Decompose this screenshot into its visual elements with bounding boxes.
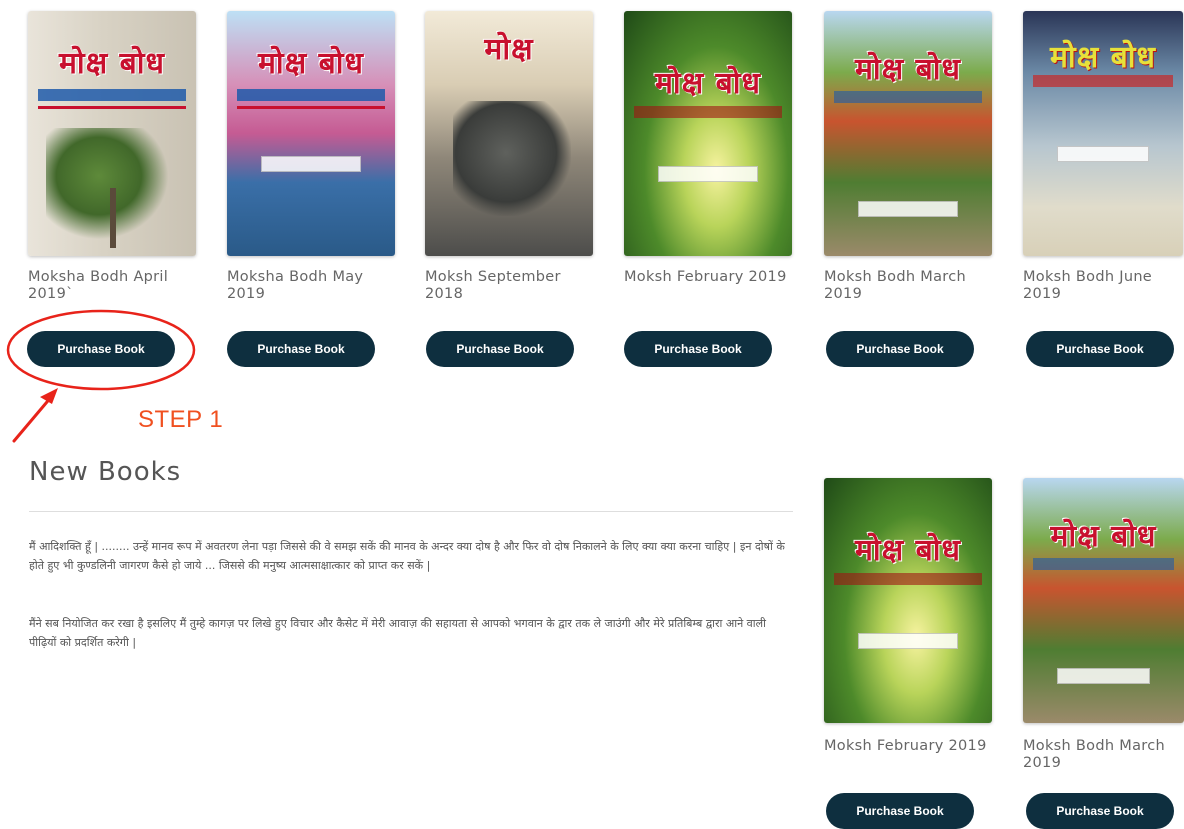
cover-tagline-band [834, 91, 982, 103]
description-paragraph: मैंने सब नियोजित कर रखा है इसलिए मैं तुम… [29, 617, 766, 649]
book-card: मोक्ष बोध Moksh Bodh March 2019 [824, 11, 994, 303]
book-title[interactable]: Moksh September 2018 [425, 269, 595, 303]
highlight-circle [6, 309, 196, 391]
cover-masthead: मोक्ष बोध [58, 46, 165, 81]
cover-tagline-band [1033, 558, 1174, 570]
cover-masthead: मोक्ष बोध [654, 66, 761, 101]
cover-masthead: मोक्ष बोध [854, 52, 961, 87]
cover-statue-illustration [453, 101, 571, 216]
cover-tagline-band [1033, 75, 1173, 87]
book-title[interactable]: Moksh February 2019 [824, 738, 994, 755]
book-title[interactable]: Moksh Bodh June 2019 [1023, 269, 1184, 303]
section-divider [29, 511, 793, 512]
book-card: मोक्ष Moksh September 2018 [425, 11, 595, 303]
cover-masthead: मोक्ष बोध [257, 46, 364, 81]
cover-strip [38, 106, 186, 109]
book-card: मोक्ष बोध Moksha Bodh April 2019` [28, 11, 198, 303]
purchase-book-button[interactable]: Purchase Book [826, 331, 974, 367]
arrow-head [40, 388, 58, 404]
book-card: मोक्ष बोध Moksh Bodh March 2019 [1023, 478, 1184, 772]
cover-tagline-band [834, 573, 982, 585]
cover-masthead: मोक्ष बोध [854, 533, 961, 568]
purchase-book-button[interactable]: Purchase Book [624, 331, 772, 367]
book-title[interactable]: Moksha Bodh April 2019` [28, 269, 198, 303]
book-cover-image[interactable]: मोक्ष बोध [28, 11, 196, 256]
book-cover-image[interactable]: मोक्ष बोध [824, 478, 992, 723]
cover-tagline-band [237, 89, 385, 101]
book-cover-image[interactable]: मोक्ष बोध [824, 11, 992, 256]
cover-caption-box [858, 201, 958, 217]
cover-caption-box [1057, 668, 1150, 684]
book-card: मोक्ष बोध Moksha Bodh May 2019 [227, 11, 397, 303]
step-label: STEP 1 [138, 406, 224, 433]
book-title[interactable]: Moksh Bodh March 2019 [824, 269, 994, 303]
cover-tagline-band [634, 106, 782, 118]
cover-caption-box [1057, 146, 1149, 162]
arrow-line [12, 394, 54, 443]
book-cover-image[interactable]: मोक्ष बोध [227, 11, 395, 256]
book-title[interactable]: Moksha Bodh May 2019 [227, 269, 397, 303]
cover-masthead: मोक्ष बोध [1050, 519, 1157, 554]
section-heading: New Books [29, 457, 182, 487]
book-cover-image[interactable]: मोक्ष बोध [1023, 478, 1184, 723]
purchase-book-button[interactable]: Purchase Book [1026, 331, 1174, 367]
purchase-book-button[interactable]: Purchase Book [1026, 793, 1174, 829]
cover-masthead: मोक्ष [484, 32, 534, 67]
book-title[interactable]: Moksh February 2019 [624, 269, 794, 286]
cover-caption-box [658, 166, 758, 182]
book-cover-image[interactable]: मोक्ष बोध [1023, 11, 1183, 256]
book-cover-image[interactable]: मोक्ष [425, 11, 593, 256]
book-cover-image[interactable]: मोक्ष बोध [624, 11, 792, 256]
book-card: मोक्ष बोध Moksh February 2019 [824, 478, 994, 755]
cover-caption-box [261, 156, 361, 172]
cover-masthead: मोक्ष बोध [1049, 40, 1156, 75]
cover-tree-trunk [110, 188, 116, 248]
purchase-book-button[interactable]: Purchase Book [426, 331, 574, 367]
book-card: मोक्ष बोध Moksh February 2019 [624, 11, 794, 286]
cover-tagline-band [38, 89, 186, 101]
book-title[interactable]: Moksh Bodh March 2019 [1023, 738, 1184, 772]
cover-caption-box [858, 633, 958, 649]
purchase-book-button[interactable]: Purchase Book [826, 793, 974, 829]
description-paragraph: मैं आदिशक्ति हूँ | ........ उन्हें मानव … [29, 540, 785, 572]
cover-strip [237, 106, 385, 109]
book-card: मोक्ष बोध Moksh Bodh June 2019 [1023, 11, 1184, 303]
